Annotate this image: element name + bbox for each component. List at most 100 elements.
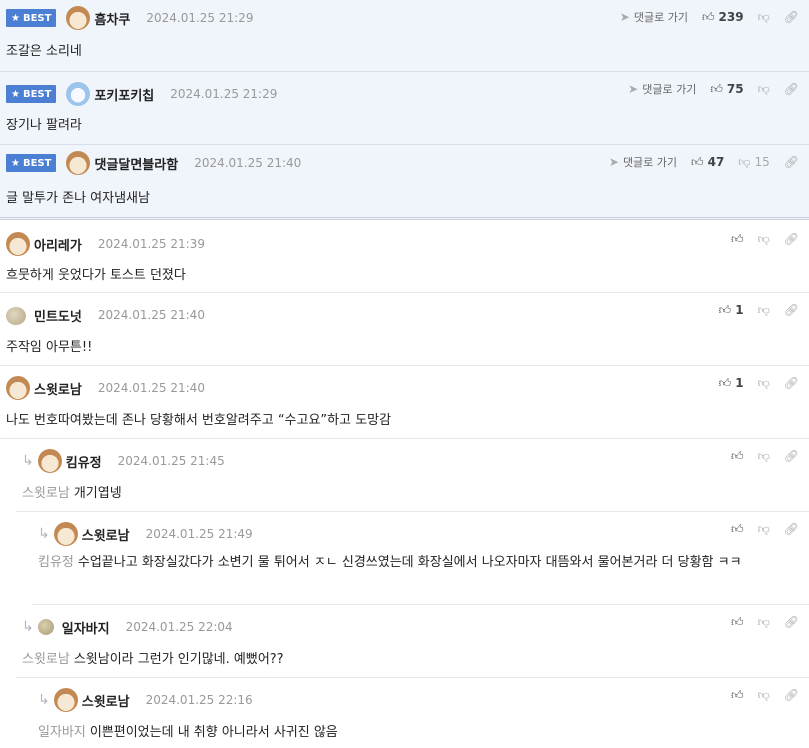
nickname[interactable]: 아리레가 (34, 235, 82, 254)
share-link-button[interactable]: 🔗︎ (784, 688, 799, 702)
thumbs-up-icon: 👍︎ (731, 614, 744, 629)
mention-nickname[interactable]: 일자바지 (38, 725, 86, 740)
reply-arrow-icon: ↳ (22, 619, 34, 635)
thumbs-up-icon: 👍︎ (731, 687, 744, 702)
avatar[interactable] (66, 151, 91, 175)
comment-item: 민트도넛 2024.01.25 21:40 👍︎ 1 👎︎ 🔗︎ 주작임 아무튼!… (0, 293, 809, 366)
dislike-button[interactable]: 👎︎ (758, 522, 770, 537)
reply-item: ↳ 스윗로남 2024.01.25 21:49 👍︎ 👎︎ 🔗︎ 킴유정 수업끝나… (32, 512, 809, 605)
nickname[interactable]: 스윗로남 (82, 525, 130, 544)
avatar[interactable] (37, 619, 54, 635)
like-button[interactable]: 👍︎ 1 (719, 376, 744, 391)
share-link-button[interactable]: 🔗︎ (784, 232, 799, 246)
comment-text: 나도 번호따여봤는데 존나 당황해서 번호알려주고 “수고요”하고 도망감 (6, 413, 392, 428)
comment-date: 2024.01.25 21:29 (170, 87, 278, 101)
thumbs-up-icon: 👍︎ (731, 521, 744, 536)
thumbs-down-icon: 👎︎ (757, 375, 770, 390)
link-icon: 🔗︎ (783, 449, 799, 463)
goto-comment-link[interactable]: ➤ 댓글로 가기 (620, 9, 688, 25)
comment-text: 스윗로남 개기엽넹 (22, 486, 122, 501)
nickname[interactable]: 포키포키칩 (94, 85, 154, 104)
star-icon: ★ (11, 157, 20, 169)
link-icon: 🔗︎ (783, 376, 799, 390)
mention-nickname[interactable]: 스윗로남 (22, 652, 70, 667)
thumbs-down-icon: 👎︎ (757, 614, 770, 629)
share-link-button[interactable]: 🔗︎ (784, 82, 799, 96)
dislike-button[interactable]: 👎︎ (758, 449, 770, 464)
nickname[interactable]: 스윗로남 (34, 379, 82, 398)
thumbs-up-icon: 👍︎ (718, 302, 732, 317)
link-icon: 🔗︎ (783, 303, 799, 317)
comment-item: 아리레가 2024.01.25 21:39 👍︎ 👎︎ 🔗︎ 흐뭇하게 웃었다가… (0, 220, 809, 293)
goto-comment-link[interactable]: ➤ 댓글로 가기 (609, 154, 677, 170)
comment-list: ★ BEST 흠차쿠 2024.01.25 21:29 ➤ 댓글로 가기 👍︎ 239… (0, 0, 809, 748)
thumbs-down-icon: 👎︎ (757, 231, 770, 246)
dislike-button[interactable]: 👎︎ (758, 688, 770, 703)
thumbs-up-icon: 👍︎ (731, 448, 744, 463)
comment-text: 일자바지 이쁜편이었는데 내 취향 아니라서 사귀진 않음 (38, 725, 338, 740)
reply-item: ↳ 킴유정 2024.01.25 21:45 👍︎ 👎︎ 🔗︎ 스윗로남 개기엽넹 (16, 439, 809, 512)
link-icon: 🔗︎ (783, 232, 799, 246)
avatar[interactable] (53, 688, 78, 712)
thumbs-up-icon: 👍︎ (718, 375, 732, 390)
thumbs-down-icon: 👎︎ (757, 9, 770, 24)
share-link-button[interactable]: 🔗︎ (784, 303, 799, 317)
dislike-button[interactable]: 👎︎ (758, 376, 770, 391)
like-button[interactable]: 👍︎ (731, 232, 744, 247)
comment-date: 2024.01.25 21:40 (97, 308, 205, 322)
thumbs-up-icon: 👍︎ (701, 9, 715, 24)
dislike-button[interactable]: 👎︎ 15 (738, 155, 769, 170)
like-button[interactable]: 👍︎ 75 (710, 82, 743, 97)
thumbs-down-icon: 👎︎ (757, 687, 770, 702)
like-button[interactable]: 👍︎ (731, 688, 744, 703)
like-button[interactable]: 👍︎ (731, 449, 744, 464)
nickname[interactable]: 일자바지 (62, 618, 110, 637)
nickname[interactable]: 킴유정 (66, 452, 102, 471)
reply-item: ↳ 스윗로남 2024.01.25 22:16 👍︎ 👎︎ 🔗︎ 일자바지 이쁜편… (32, 678, 809, 748)
dislike-button[interactable]: 👎︎ (758, 615, 770, 630)
like-button[interactable]: 👍︎ 1 (719, 303, 744, 318)
reply-item: ↳ 일자바지 2024.01.25 22:04 👍︎ 👎︎ 🔗︎ 스윗로남 스윗남… (16, 605, 809, 678)
like-button[interactable]: 👍︎ (731, 615, 744, 630)
avatar[interactable] (37, 449, 62, 473)
reply-arrow-icon: ↳ (22, 453, 34, 469)
thumbs-down-icon: 👎︎ (757, 81, 770, 96)
thumbs-up-icon: 👍︎ (691, 154, 704, 169)
dislike-button[interactable]: 👎︎ (758, 232, 770, 247)
share-link-button[interactable]: 🔗︎ (784, 10, 799, 24)
nickname[interactable]: 스윗로남 (82, 691, 130, 710)
comment-date: 2024.01.25 21:40 (194, 156, 302, 170)
comment-text: 글 말투가 존나 여자냄새남 (6, 191, 150, 206)
dislike-button[interactable]: 👎︎ (758, 82, 770, 97)
star-icon: ★ (11, 88, 20, 100)
link-icon: 🔗︎ (783, 615, 799, 629)
nickname[interactable]: 민트도넛 (34, 306, 82, 325)
share-link-button[interactable]: 🔗︎ (784, 522, 799, 536)
nickname[interactable]: 흠차쿠 (94, 9, 130, 28)
avatar[interactable] (53, 522, 78, 546)
thumbs-up-icon: 👍︎ (710, 81, 723, 96)
share-link-button[interactable]: 🔗︎ (784, 376, 799, 390)
link-icon: 🔗︎ (783, 10, 799, 24)
avatar[interactable] (6, 232, 30, 256)
avatar[interactable] (66, 6, 91, 30)
reply-arrow-icon: ↳ (38, 526, 50, 542)
share-link-button[interactable]: 🔗︎ (784, 449, 799, 463)
like-button[interactable]: 👍︎ (731, 522, 744, 537)
dislike-button[interactable]: 👎︎ (758, 10, 770, 25)
avatar[interactable] (6, 376, 30, 400)
avatar[interactable] (6, 307, 26, 325)
comment-date: 2024.01.25 21:39 (97, 237, 205, 251)
like-button[interactable]: 👍︎ 47 (691, 155, 724, 170)
mention-nickname[interactable]: 킴유정 (38, 555, 74, 570)
share-link-button[interactable]: 🔗︎ (784, 615, 799, 629)
mention-nickname[interactable]: 스윗로남 (22, 486, 70, 501)
comment-text: 스윗로남 스윗남이라 그런가 인기많네. 예뻤어?? (22, 652, 284, 667)
goto-comment-link[interactable]: ➤ 댓글로 가기 (628, 81, 696, 97)
nickname[interactable]: 댓글달면블라함 (94, 154, 178, 173)
share-link-button[interactable]: 🔗︎ (784, 155, 799, 169)
dislike-button[interactable]: 👎︎ (758, 303, 770, 318)
like-button[interactable]: 👍︎ 239 (702, 10, 744, 25)
thumbs-down-icon: 👎︎ (757, 302, 770, 317)
avatar[interactable] (66, 82, 91, 106)
